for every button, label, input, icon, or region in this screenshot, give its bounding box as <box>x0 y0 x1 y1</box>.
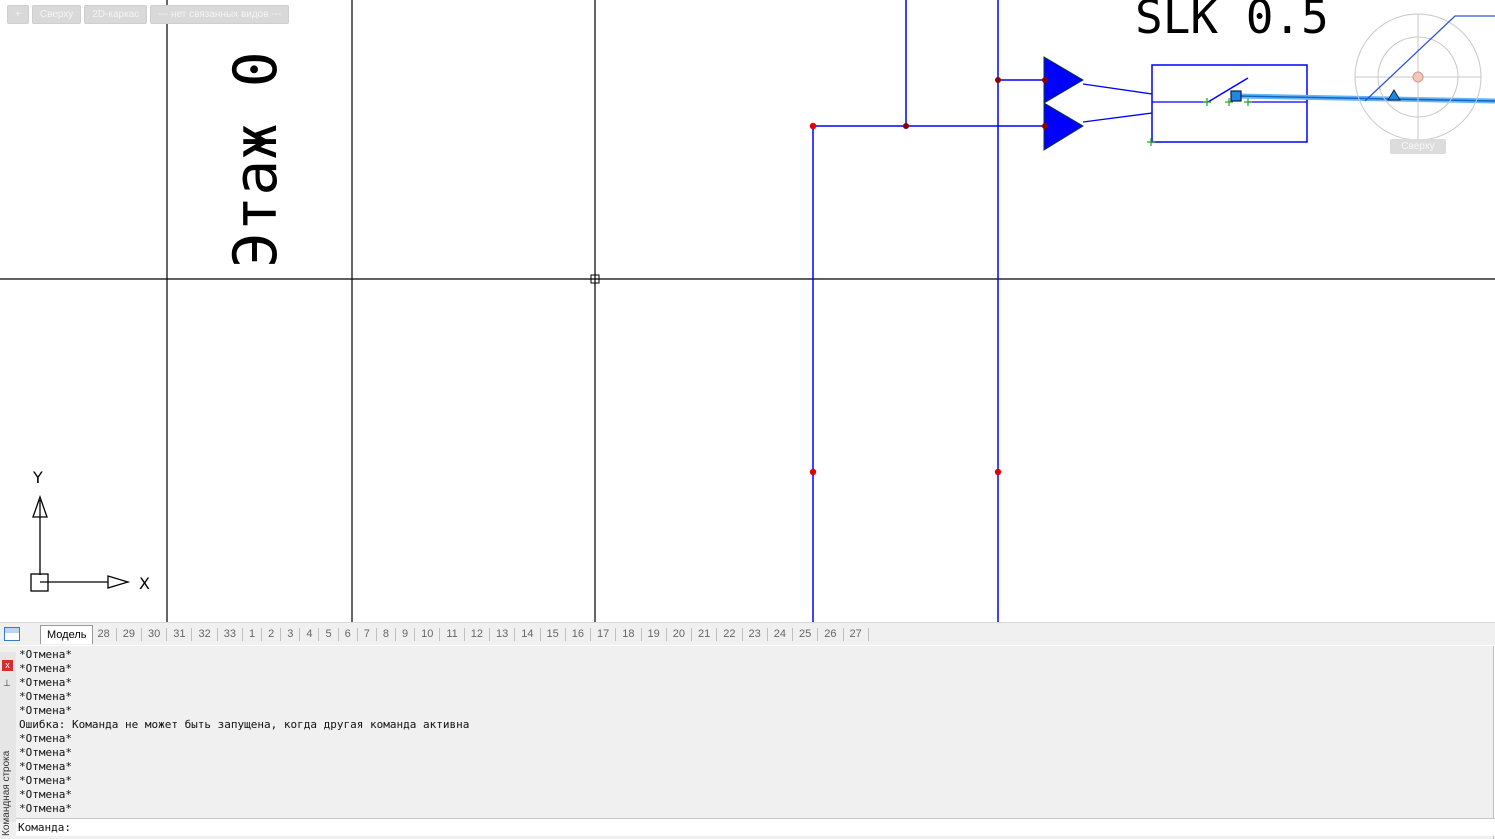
tab-layout-14[interactable]: 14 <box>521 627 541 641</box>
history-line: *Отмена* <box>19 650 72 661</box>
linked-views-button[interactable]: --- нет связанных видов --- <box>150 5 290 24</box>
tab-layout-10[interactable]: 10 <box>421 627 441 641</box>
viewport-menu-button[interactable]: + <box>7 5 29 24</box>
tab-layout-11[interactable]: 11 <box>446 627 465 641</box>
ucs-x-label: X <box>139 574 150 593</box>
layout-list-icon[interactable] <box>4 627 20 641</box>
equipment-label-text: SLK 0.5 <box>1135 0 1329 44</box>
layout-tabs: 28 29 30 31 32 33 1 2 3 4 5 6 7 8 9 10 11 12 13 14 15 16 17 18 1… <box>97 627 874 641</box>
drawing-canvas[interactable]: Этаж 0 SLK 0.5 X Y <box>0 0 1495 622</box>
history-line: *Отмена* <box>19 690 72 703</box>
tab-layout-17[interactable]: 17 <box>597 627 617 641</box>
tab-layout-15[interactable]: 15 <box>547 627 566 641</box>
visual-style-button[interactable]: 2D-каркас <box>84 5 148 24</box>
tab-layout-5[interactable]: 5 <box>325 627 339 641</box>
history-line: *Отмена* <box>19 676 72 689</box>
tab-layout-13[interactable]: 13 <box>496 627 516 641</box>
ucs-icon: X Y <box>30 468 150 593</box>
tab-layout-8[interactable]: 8 <box>383 627 396 641</box>
triangle-symbol <box>1043 102 1084 151</box>
history-line: *Отмена* <box>19 788 72 801</box>
tab-layout-24[interactable]: 24 <box>774 627 794 641</box>
ucs-y-label: Y <box>32 468 43 487</box>
tab-layout-32[interactable]: 32 <box>198 627 218 641</box>
tab-layout-27[interactable]: 27 <box>850 627 869 641</box>
command-line-title: Командная строка <box>1 750 12 836</box>
tab-layout-16[interactable]: 16 <box>572 627 592 641</box>
layout-tab-bar: Модель 28 29 30 31 32 33 1 2 3 4 5 6 7 8 9 10 11 12 13 14 15… <box>0 622 1495 645</box>
history-line: Ошибка: Команда не может быть запущена, … <box>19 718 470 731</box>
command-input-row[interactable]: Команда: <box>16 818 1495 836</box>
triangle-symbol <box>1043 56 1084 104</box>
history-line: *Отмена* <box>19 704 72 717</box>
tab-layout-6[interactable]: 6 <box>345 627 358 641</box>
tab-layout-4[interactable]: 4 <box>306 627 320 641</box>
navcube-view-label[interactable]: Сверху <box>1390 139 1446 154</box>
tab-layout-26[interactable]: 26 <box>824 627 844 641</box>
history-line: *Отмена* <box>19 746 72 759</box>
history-line: *Отмена* <box>19 802 72 815</box>
history-line: *Отмена* <box>19 662 72 675</box>
history-line: *Отмена* <box>19 732 72 745</box>
ucs-marker <box>1387 89 1401 101</box>
wire <box>1082 112 1153 123</box>
history-line: *Отмена* <box>19 774 72 787</box>
selected-grip <box>1230 90 1242 102</box>
tab-layout-19[interactable]: 19 <box>648 627 667 641</box>
command-line-panel: x ⊥ Командная строка *Отмена* *Отмена* *От… <box>0 646 1495 839</box>
view-compass[interactable] <box>1354 13 1495 141</box>
command-input[interactable] <box>77 821 1378 834</box>
tab-layout-30[interactable]: 30 <box>148 627 168 641</box>
tab-layout-28[interactable]: 28 <box>97 627 117 641</box>
tab-layout-22[interactable]: 22 <box>723 627 743 641</box>
tab-layout-18[interactable]: 18 <box>622 627 642 641</box>
tab-layout-20[interactable]: 20 <box>673 627 693 641</box>
command-history[interactable]: *Отмена* *Отмена* *Отмена* *Отмена* *Отмена*… <box>19 650 1469 816</box>
node-points <box>809 77 1048 476</box>
viewport-controls: + Сверху 2D-каркас --- нет связанных вид… <box>7 5 290 24</box>
selected-polyline <box>1364 15 1495 102</box>
tab-layout-7[interactable]: 7 <box>364 627 377 641</box>
tab-layout-9[interactable]: 9 <box>402 627 416 641</box>
close-icon[interactable]: x <box>2 660 13 671</box>
floor-label-text: Этаж 0 <box>221 51 291 268</box>
pin-icon[interactable]: ⊥ <box>3 678 11 689</box>
tab-layout-1[interactable]: 1 <box>249 627 263 641</box>
tab-layout-33[interactable]: 33 <box>224 627 243 641</box>
history-line: *Отмена* <box>19 760 72 773</box>
tab-layout-12[interactable]: 12 <box>471 627 491 641</box>
tab-layout-23[interactable]: 23 <box>749 627 768 641</box>
drawing-viewport[interactable]: Этаж 0 SLK 0.5 X Y + Сверху 2D-каркас --… <box>0 0 1495 622</box>
command-prompt: Команда: <box>18 821 71 834</box>
tab-layout-21[interactable]: 21 <box>698 627 718 641</box>
tab-layout-31[interactable]: 31 <box>173 627 193 641</box>
tab-layout-29[interactable]: 29 <box>123 627 142 641</box>
grip-markers <box>1147 98 1252 146</box>
command-line-side-bar: x ⊥ Командная строка <box>0 652 16 836</box>
tab-layout-2[interactable]: 2 <box>268 627 282 641</box>
tab-layout-3[interactable]: 3 <box>287 627 301 641</box>
tab-layout-25[interactable]: 25 <box>799 627 819 641</box>
wire <box>1082 83 1153 95</box>
view-direction-button[interactable]: Сверху <box>31 5 82 24</box>
tab-model[interactable]: Модель <box>40 624 94 644</box>
